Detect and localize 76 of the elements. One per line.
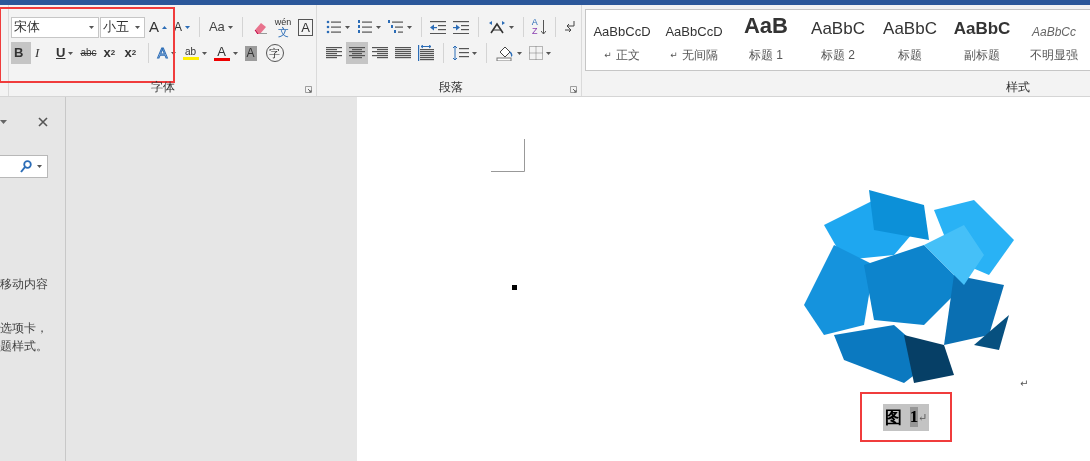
bullet-list-icon	[326, 20, 342, 34]
caret-icon	[407, 25, 412, 29]
style-item[interactable]: AaBbCcD ↵ 正文	[586, 10, 658, 70]
character-shading-button[interactable]: A	[241, 42, 262, 64]
group-label: 样式	[1006, 79, 1030, 96]
caret-icon	[37, 165, 42, 168]
distributed-button[interactable]	[415, 42, 437, 64]
search-field[interactable]	[0, 155, 48, 178]
change-case-button[interactable]: Aa	[205, 16, 236, 38]
decrease-indent-icon	[430, 20, 447, 34]
paint-bucket-icon	[496, 45, 514, 61]
anchor-mark	[512, 285, 517, 290]
caret-icon	[227, 25, 233, 29]
corner-mark-icon	[491, 139, 525, 172]
highlight-button[interactable]: ab	[179, 42, 210, 64]
align-left-icon	[326, 47, 342, 59]
underline-button[interactable]: U	[53, 42, 77, 64]
caret-icon	[201, 51, 207, 55]
style-item[interactable]: AaBbCc 不明显强	[1018, 10, 1090, 70]
align-center-button[interactable]	[346, 42, 368, 64]
style-item[interactable]: AaBbC 副标题	[946, 10, 1018, 70]
style-item[interactable]: AaBbC 标题 2	[802, 10, 874, 70]
dialog-launcher[interactable]	[570, 86, 577, 93]
caret-icon	[376, 25, 381, 29]
style-item[interactable]: AaBbCcD ↵ 无间隔	[658, 10, 730, 70]
text-direction-icon	[487, 20, 506, 34]
align-right-icon	[372, 47, 388, 59]
group-label: 字体	[150, 79, 175, 96]
line-spacing-icon	[453, 45, 469, 61]
strikethrough-button[interactable]: abc	[77, 42, 100, 64]
up-triangle-icon	[161, 25, 167, 29]
caret-icon	[345, 25, 350, 29]
style-item[interactable]: AaB 标题 1	[730, 10, 802, 70]
down-arrow-icon	[540, 19, 546, 35]
italic-button[interactable]: I	[32, 42, 52, 64]
paragraph-mark: ↵	[1020, 378, 1029, 389]
multilevel-list-icon	[388, 20, 404, 34]
nav-pane-text: 移动内容	[0, 276, 49, 293]
phonetic-guide-button[interactable]: wén 文	[271, 16, 295, 38]
font-color-button[interactable]: A	[210, 42, 241, 64]
search-icon	[20, 160, 32, 173]
dialog-launcher-icon	[570, 86, 577, 93]
superscript-button[interactable]: x$^{2}$	[121, 42, 142, 64]
borders-icon	[529, 46, 543, 60]
caret-icon	[88, 25, 94, 29]
dialog-launcher[interactable]	[305, 86, 312, 93]
grow-font-button[interactable]: A	[145, 16, 170, 38]
group-label: 段落	[439, 79, 463, 96]
dropdown-arrow-icon	[0, 120, 7, 124]
caret-icon	[517, 51, 522, 55]
dialog-launcher-icon	[305, 86, 312, 93]
justify-icon	[395, 47, 411, 59]
close-icon	[38, 117, 48, 127]
bold-button[interactable]: B	[11, 42, 31, 64]
nav-pane-text: 题样式。	[0, 338, 49, 355]
caret-icon	[472, 51, 477, 55]
caret-icon	[68, 51, 74, 55]
font-size-dropdown[interactable]: 小五	[99, 16, 145, 38]
sort-button[interactable]: A Z	[528, 16, 549, 38]
numbered-list-icon	[357, 20, 373, 34]
caret-icon	[232, 51, 238, 55]
increase-indent-icon	[453, 20, 470, 34]
down-triangle-icon	[185, 25, 190, 29]
character-border-button[interactable]: A	[295, 16, 316, 38]
style-item[interactable]: AaBbC 标题	[874, 10, 946, 70]
font-name-dropdown[interactable]: 宋体	[11, 16, 99, 38]
distributed-icon	[418, 45, 434, 61]
nav-pane-text: 选项卡，	[0, 320, 49, 337]
align-center-icon	[349, 47, 365, 59]
caret-icon	[508, 25, 514, 29]
caret-icon	[134, 25, 140, 29]
figure-caption: 图 1↵	[882, 403, 930, 431]
caret-icon	[546, 51, 551, 55]
caret-icon	[170, 51, 176, 55]
return-arrow-icon	[564, 20, 576, 34]
shrink-font-button[interactable]: A	[170, 16, 193, 38]
